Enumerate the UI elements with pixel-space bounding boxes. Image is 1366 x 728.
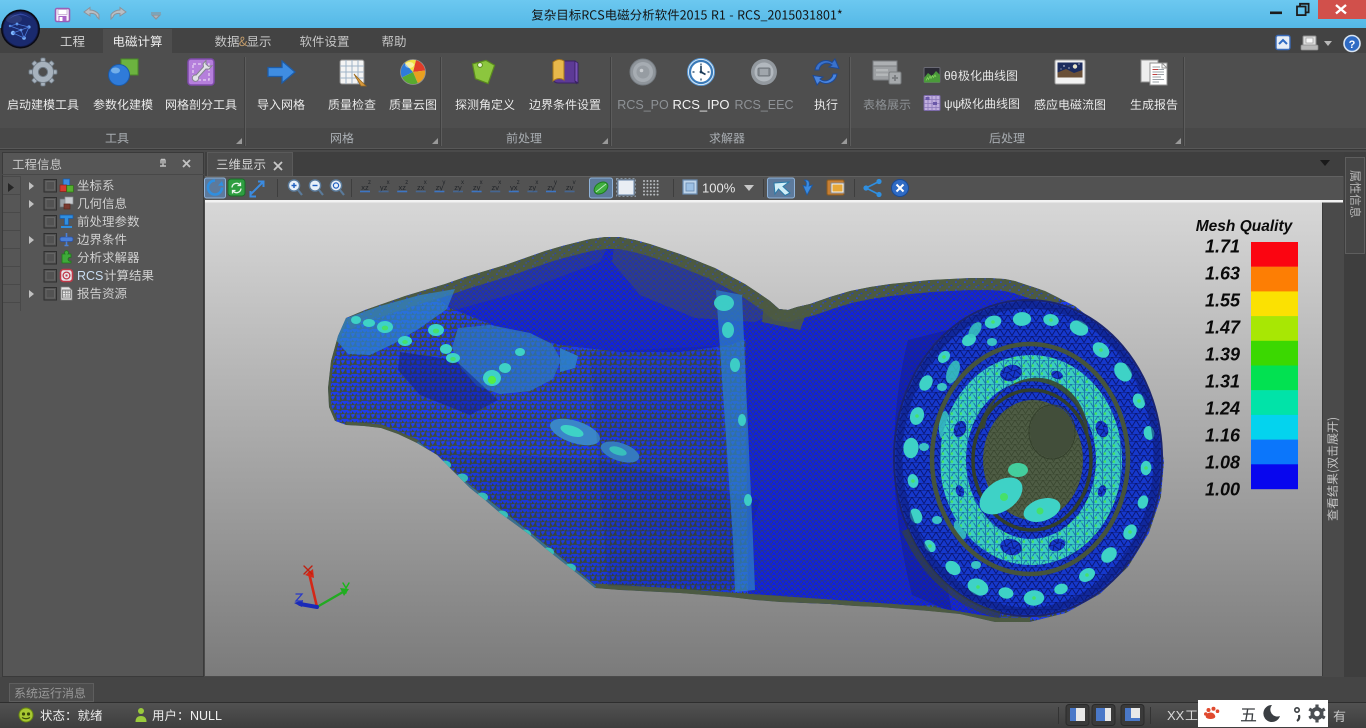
- svg-text:z: z: [405, 180, 408, 186]
- svg-text:z: z: [517, 180, 520, 186]
- svg-text:1.55: 1.55: [1205, 291, 1241, 311]
- svg-text:100%: 100%: [702, 181, 736, 196]
- svg-text:1.71: 1.71: [1205, 237, 1240, 257]
- svg-text:ψψ: ψψ: [944, 97, 961, 111]
- svg-text:x: x: [480, 180, 483, 186]
- svg-text:x: x: [387, 180, 390, 186]
- svg-text:x: x: [535, 180, 538, 186]
- svg-text:x: x: [461, 180, 464, 186]
- svg-text:y: y: [442, 180, 445, 186]
- svg-text:1.63: 1.63: [1205, 264, 1240, 284]
- svg-text:1.47: 1.47: [1205, 318, 1241, 338]
- svg-text:RCS_EEC: RCS_EEC: [734, 98, 793, 112]
- svg-text:x: x: [424, 180, 427, 186]
- svg-text:y: y: [554, 180, 557, 186]
- svg-text:θθ: θθ: [944, 69, 958, 83]
- svg-text:1.31: 1.31: [1205, 372, 1240, 392]
- svg-text:RCS_IPO: RCS_IPO: [672, 97, 729, 112]
- svg-text:NULL: NULL: [190, 709, 222, 723]
- svg-text:RCS_PO: RCS_PO: [617, 98, 669, 112]
- svg-text:1.24: 1.24: [1205, 399, 1240, 419]
- svg-text:v: v: [573, 180, 576, 186]
- svg-text:1.08: 1.08: [1205, 453, 1240, 473]
- svg-text:Mesh Quality: Mesh Quality: [1196, 218, 1294, 235]
- svg-text:1.39: 1.39: [1205, 345, 1240, 365]
- svg-text:x: x: [498, 180, 501, 186]
- svg-text:RCS: RCS: [77, 269, 103, 283]
- svg-text:1.16: 1.16: [1205, 426, 1241, 446]
- svg-text:?: ?: [1349, 39, 1356, 51]
- svg-text:XX: XX: [1167, 708, 1185, 723]
- svg-text:z: z: [368, 180, 371, 186]
- svg-text:1.00: 1.00: [1205, 480, 1240, 500]
